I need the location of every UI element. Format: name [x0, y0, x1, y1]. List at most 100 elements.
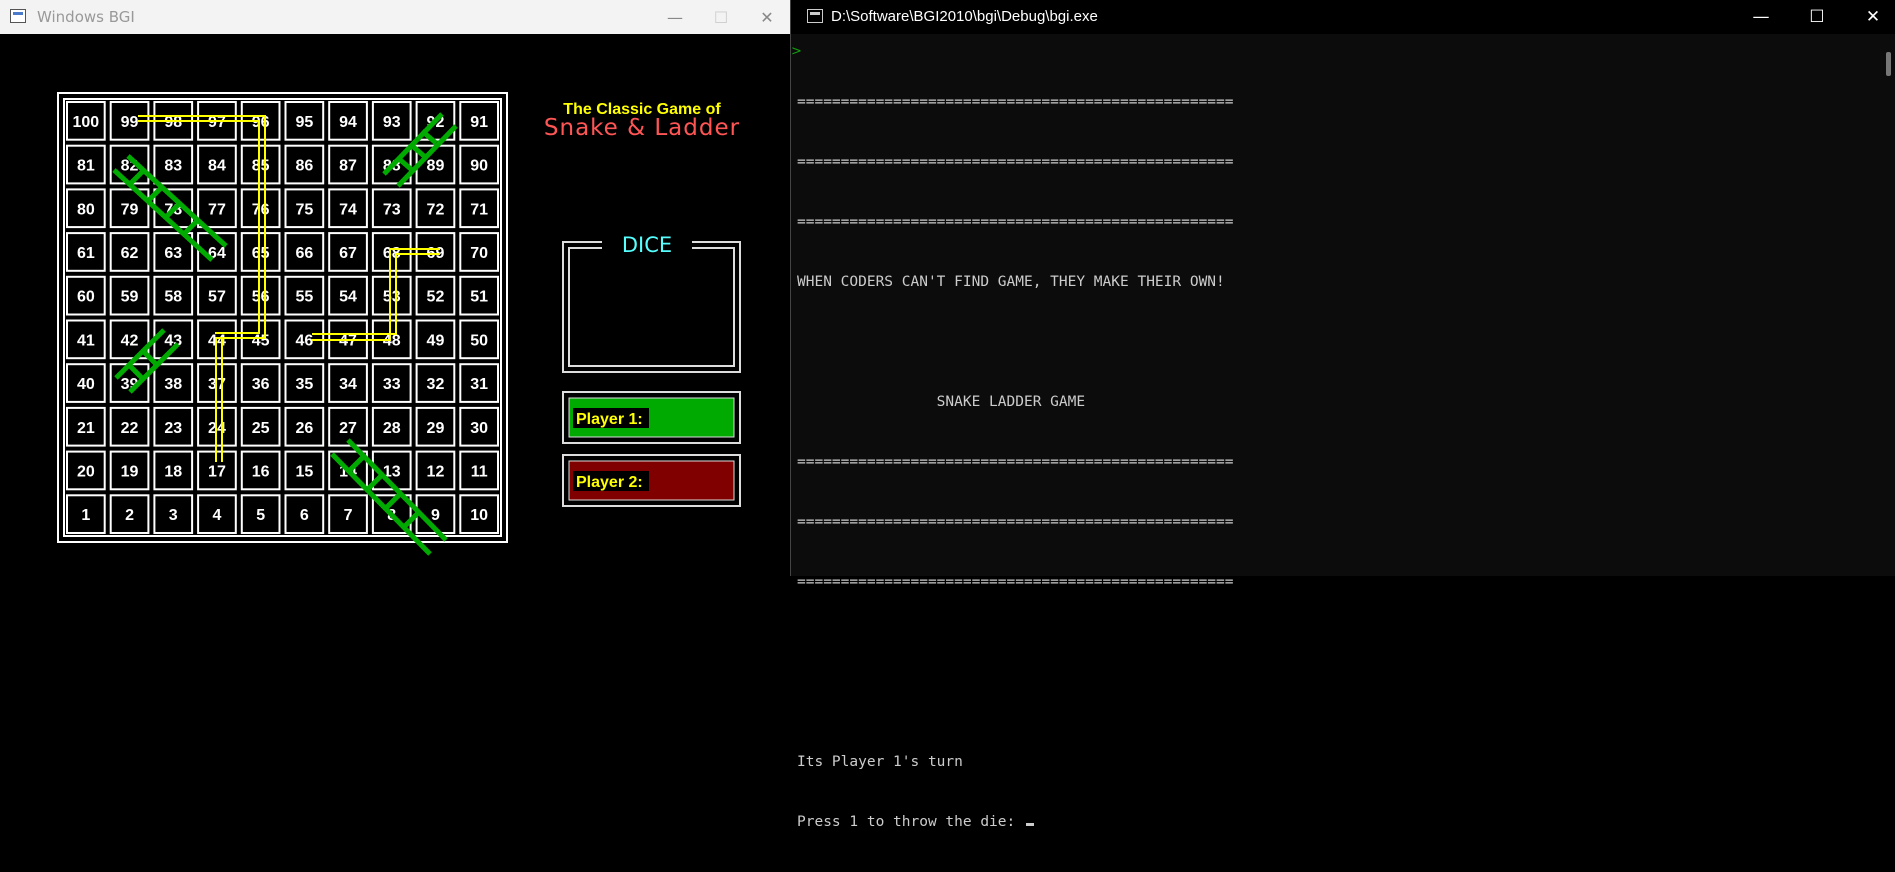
- console-line: Its Player 1's turn: [797, 754, 963, 770]
- cell-number: 15: [295, 463, 313, 480]
- cell-number: 1: [81, 507, 90, 524]
- maximize-button[interactable]: ☐: [698, 0, 744, 34]
- cell-number: 70: [470, 245, 488, 262]
- console-line: ========================================…: [797, 574, 1234, 590]
- cell-number: 100: [72, 114, 99, 131]
- bgi-window-title: Windows BGI: [37, 8, 135, 26]
- close-button[interactable]: ✕: [744, 0, 790, 34]
- player2-box: Player 2:: [562, 454, 741, 507]
- dice-label: DICE: [622, 233, 672, 257]
- cell-number: 44: [208, 332, 226, 349]
- cell-number: 46: [295, 332, 313, 349]
- cell-number: 36: [252, 376, 270, 393]
- cell-number: 21: [77, 420, 95, 437]
- cell-number: 27: [339, 420, 357, 437]
- cell-number: 4: [212, 507, 221, 524]
- cell-number: 73: [383, 201, 401, 218]
- cell-number: 59: [121, 289, 139, 306]
- cell-number: 32: [427, 376, 445, 393]
- text-cursor: [1025, 823, 1034, 826]
- console-output[interactable]: ========================================…: [797, 52, 1857, 830]
- minimize-button[interactable]: —: [1738, 0, 1784, 34]
- cell-number: 75: [295, 201, 313, 218]
- cell-number: 77: [208, 201, 226, 218]
- cell-number: 86: [295, 158, 313, 175]
- cell-number: 87: [339, 158, 357, 175]
- console-title-bar[interactable]: D:\Software\BGI2010\bgi\Debug\bgi.exe — …: [791, 0, 1895, 34]
- window-app-icon: [10, 9, 26, 23]
- cell-number: 56: [252, 289, 270, 306]
- cell-number: 57: [208, 289, 226, 306]
- player1-label: Player 1:: [576, 411, 643, 428]
- cell-number: 26: [295, 420, 313, 437]
- console-line: ========================================…: [797, 154, 1234, 170]
- console-app-icon: [807, 9, 823, 23]
- game-title: Snake & Ladder: [544, 115, 740, 141]
- console-line: ========================================…: [797, 214, 1234, 230]
- cell-number: 61: [77, 245, 95, 262]
- cell-number: 99: [121, 114, 139, 131]
- cell-number: 54: [339, 289, 357, 306]
- cell-number: 12: [427, 463, 445, 480]
- bgi-window: Windows BGI — ☐ ✕ 100 99 98 97 96 95 94 93 92 91 8…: [0, 0, 790, 576]
- player1-box: Player 1:: [562, 391, 741, 444]
- console-window: D:\Software\BGI2010\bgi\Debug\bgi.exe — …: [790, 0, 1895, 830]
- cell-number: 30: [470, 420, 488, 437]
- cell-number: 18: [164, 463, 182, 480]
- cell-number: 76: [252, 201, 270, 218]
- cell-number: 89: [427, 158, 445, 175]
- cell-number: 38: [164, 376, 182, 393]
- cell-number: 65: [252, 245, 270, 262]
- cell-number: 95: [295, 114, 313, 131]
- cell-number: 83: [164, 158, 182, 175]
- cell-number: 93: [383, 114, 401, 131]
- cell-number: 19: [121, 463, 139, 480]
- cell-number: 23: [164, 420, 182, 437]
- cell-number: 16: [252, 463, 270, 480]
- cell-number: 94: [339, 114, 357, 131]
- cell-number: 5: [256, 507, 265, 524]
- bgi-title-bar[interactable]: Windows BGI — ☐ ✕: [0, 0, 790, 34]
- cell-number: 80: [77, 201, 95, 218]
- cell-number: 49: [427, 332, 445, 349]
- console-line: SNAKE LADDER GAME: [797, 394, 1086, 410]
- console-prompt-text: Press 1 to throw the die:: [797, 814, 1024, 830]
- cell-number: 84: [208, 158, 226, 175]
- cell-number: 72: [427, 201, 445, 218]
- cell-number: 79: [121, 201, 139, 218]
- cell-number: 91: [470, 114, 488, 131]
- console-prompt-line[interactable]: Press 1 to throw the die:: [797, 812, 1857, 832]
- cell-number: 85: [252, 158, 270, 175]
- cell-number: 90: [470, 158, 488, 175]
- cell-number: 24: [208, 420, 226, 437]
- cell-number: 81: [77, 158, 95, 175]
- cell-number: 41: [77, 332, 95, 349]
- cell-number: 3: [169, 507, 178, 524]
- cell-number: 9: [431, 507, 440, 524]
- console-scrollbar[interactable]: [1886, 52, 1891, 76]
- cell-number: 50: [470, 332, 488, 349]
- console-line: ========================================…: [797, 454, 1234, 470]
- cell-number: 74: [339, 201, 357, 218]
- minimize-button[interactable]: —: [652, 0, 698, 34]
- cell-number: 31: [470, 376, 488, 393]
- maximize-button[interactable]: ☐: [1794, 0, 1840, 34]
- cell-number: 35: [295, 376, 313, 393]
- cell-number: 71: [470, 201, 488, 218]
- cell-number: 2: [125, 507, 134, 524]
- cell-number: 51: [470, 289, 488, 306]
- cell-number: 63: [164, 245, 182, 262]
- cell-number: 33: [383, 376, 401, 393]
- cell-number: 62: [121, 245, 139, 262]
- cell-number: 7: [344, 507, 353, 524]
- cell-number: 42: [121, 332, 139, 349]
- cell-number: 66: [295, 245, 313, 262]
- cell-number: 67: [339, 245, 357, 262]
- game-canvas[interactable]: 100 99 98 97 96 95 94 93 92 9181 82 83 84 85 86 87 88 89 9…: [0, 34, 790, 576]
- cell-number: 29: [427, 420, 445, 437]
- cell-number: 10: [470, 507, 488, 524]
- close-button[interactable]: ✕: [1850, 0, 1895, 34]
